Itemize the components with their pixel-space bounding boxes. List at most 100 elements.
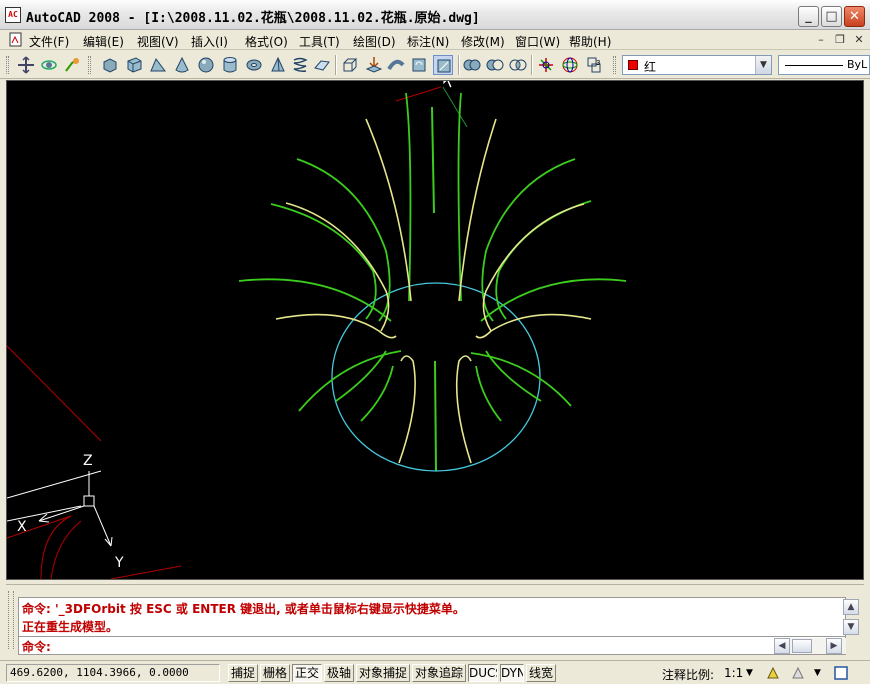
walk-icon[interactable] [62,55,82,75]
command-window: 命令: '_3DFOrbit 按 ESC 或 ENTER 键退出, 或者单击鼠标… [6,584,864,656]
polar-toggle[interactable]: 极轴 [324,664,354,682]
annotation-scale-label: 注释比例: [662,668,715,682]
union-icon[interactable] [462,55,482,75]
command-input[interactable]: 命令: [18,637,846,655]
window-title: AutoCAD 2008 - [I:\2008.11.02.花瓶\2008.11… [26,11,480,26]
hscroll-thumb[interactable] [792,639,812,653]
subtract-icon[interactable] [485,55,505,75]
color-swatch [628,60,638,70]
close-button[interactable]: ✕ [844,6,865,27]
menu-dimension[interactable]: 标注(N) [407,33,449,50]
cylinder-icon[interactable] [220,55,240,75]
scroll-right-button[interactable]: ▶ [826,638,842,654]
extrude-icon[interactable] [340,55,360,75]
vase-axis-top [431,106,435,214]
torus-icon[interactable] [244,55,264,75]
scroll-left-button[interactable]: ◀ [774,638,790,654]
title-bar: AC AutoCAD 2008 - [I:\2008.11.02.花瓶\2008… [0,0,870,30]
model-space-drawing [7,81,627,579]
minimize-button[interactable]: _ [798,6,819,27]
menu-window[interactable]: 窗口(W) [515,33,560,50]
menu-draw[interactable]: 绘图(D) [353,33,396,50]
annotation-scale-value[interactable]: 1:1 [724,666,743,680]
toolbar-grip-2[interactable] [88,56,91,74]
maximize-button[interactable]: □ [821,6,842,27]
toolbar-separator-2 [458,55,459,75]
menu-help[interactable]: 帮助(H) [569,33,611,50]
menu-format[interactable]: 格式(O) [245,33,288,50]
menu-modify[interactable]: 修改(M) [461,33,505,50]
orbit-axis-line [442,86,468,128]
coordinate-display[interactable]: 469.6200, 1104.3966, 0.0000 [6,664,220,682]
scroll-up-button[interactable]: ▲ [843,599,859,615]
doc-close-button[interactable]: ✕ [852,33,866,47]
command-grip[interactable] [8,591,14,649]
annotation-scale-dropdown-icon[interactable]: ▼ [746,668,753,678]
status-menu-icon[interactable]: ▼ [814,668,821,678]
snap-toggle[interactable]: 捕捉 [228,664,258,682]
command-history[interactable]: 命令: '_3DFOrbit 按 ESC 或 ENTER 键退出, 或者单击鼠标… [18,597,846,637]
mouse-cursor-icon [442,81,453,89]
otrack-toggle[interactable]: 对象追踪 [412,664,466,682]
orbit-icon[interactable] [39,55,59,75]
cube-icon[interactable] [124,55,144,75]
helix-icon[interactable] [290,55,310,75]
vase-axis-bottom [434,360,437,472]
ucs-y-label: Y [115,555,124,571]
grid-toggle[interactable]: 栅格 [260,664,290,682]
drawing-viewport[interactable]: Z X Y [6,80,864,580]
toolbar-grip[interactable] [6,56,9,74]
ducs-toggle[interactable]: DUCS [468,664,498,682]
lineweight-toggle[interactable]: 线宽 [526,664,556,682]
linetype-sample [785,65,843,66]
ucs-z-label: Z [83,453,93,469]
presspull-icon[interactable] [364,55,384,75]
red-edges [7,86,442,579]
linetype-control[interactable]: ByL [778,55,870,75]
sphere-icon[interactable] [196,55,216,75]
command-history-line-1: 命令: '_3DFOrbit 按 ESC 或 ENTER 键退出, 或者单击鼠标… [22,602,465,616]
svg-text:3: 3 [596,59,600,67]
command-history-line-2: 正在重生成模型。 [22,620,119,634]
ortho-toggle[interactable]: 正交 [292,664,322,682]
menu-insert[interactable]: 插入(I) [191,33,228,50]
ucs-x-label: X [17,519,27,535]
drawing-doc-icon[interactable] [9,32,24,47]
status-bar: 469.6200, 1104.3966, 0.0000 捕捉 栅格 正交 极轴 … [0,660,870,684]
autocad-app-icon[interactable]: AC [5,7,21,23]
revolve-icon[interactable] [409,55,429,75]
menu-view[interactable]: 视图(V) [137,33,179,50]
osnap-toggle[interactable]: 对象捕捉 [356,664,410,682]
scroll-down-button[interactable]: ▼ [843,619,859,635]
sweep-icon[interactable] [386,55,406,75]
menu-bar: 文件(F) 编辑(E) 视图(V) 插入(I) 格式(O) 工具(T) 绘图(D… [0,30,870,50]
chevron-down-icon[interactable]: ▼ [755,56,771,74]
color-control[interactable]: 红 ▼ [622,55,772,75]
color-value: 红 [644,60,657,74]
pan-icon[interactable] [16,55,36,75]
box-icon[interactable] [100,55,120,75]
planar-surface-icon[interactable] [312,55,332,75]
menu-edit[interactable]: 编辑(E) [83,33,124,50]
toolbar-grip-3[interactable] [613,56,616,74]
dyn-toggle[interactable]: DYN [500,664,524,682]
3d-rotate-icon[interactable] [560,55,580,75]
linetype-value: ByL [847,58,868,71]
wedge-icon[interactable] [148,55,168,75]
toolbar-separator [335,55,336,75]
auto-scale-icon[interactable] [790,665,806,681]
pyramid-icon[interactable] [268,55,288,75]
clean-screen-icon[interactable] [833,665,849,681]
cone-icon[interactable] [172,55,192,75]
doc-restore-button[interactable]: ❐ [833,33,847,47]
annotation-visibility-icon[interactable] [765,665,781,681]
doc-minimize-button[interactable]: – [814,33,828,47]
menu-file[interactable]: 文件(F) [29,33,69,50]
3d-move-icon[interactable] [536,55,556,75]
3d-align-icon[interactable]: 3 [584,55,604,75]
intersect-icon[interactable] [508,55,528,75]
menu-tools[interactable]: 工具(T) [299,33,340,50]
toolbar-separator-3 [531,55,532,75]
command-prompt: 命令: [22,640,51,654]
loft-icon[interactable] [433,55,453,75]
